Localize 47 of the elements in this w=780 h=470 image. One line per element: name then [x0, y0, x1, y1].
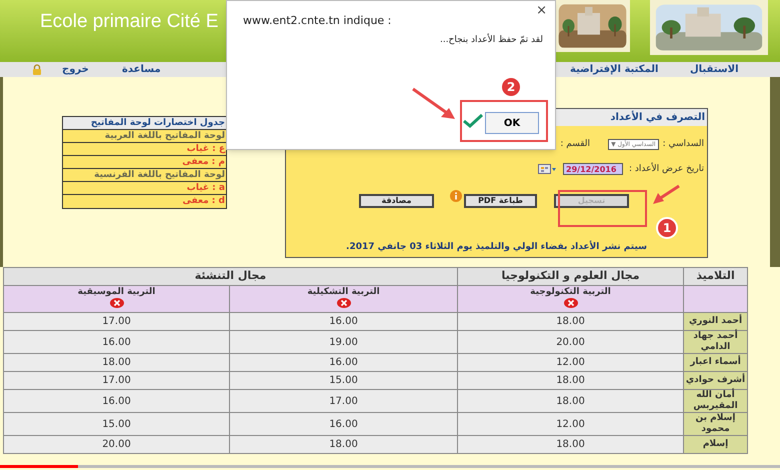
- calendar-icon[interactable]: [538, 164, 558, 174]
- form-button[interactable]: طباعة PDF: [464, 194, 537, 208]
- shortcut-row: ع : غياب: [63, 143, 226, 156]
- subject-header: التربية الموسيقية: [76, 286, 156, 298]
- delete-icon[interactable]: [336, 298, 351, 308]
- shortcut-row: م : معفى: [63, 156, 226, 169]
- column-header: التلاميذ: [684, 268, 748, 286]
- shortcut-row: d : معفى: [63, 195, 226, 208]
- check-icon: [462, 113, 484, 128]
- nav-link[interactable]: المكتبة الإفتراضية: [570, 62, 658, 77]
- column-header: مجال التنشئة: [4, 268, 458, 286]
- subject-header: التربية التشكيلية: [306, 286, 381, 298]
- nav-link[interactable]: الاستقبال: [690, 62, 739, 77]
- ok-button[interactable]: OK: [485, 112, 539, 134]
- date-label: تاريخ عرض الأعداد :: [629, 162, 704, 176]
- class-label: القسم :: [560, 138, 590, 151]
- dialog-message: لقد تمّ حفظ الأعداد بنجاح...: [440, 34, 543, 47]
- student-name: أشرف حوادي: [684, 372, 748, 390]
- column-header: مجال العلوم و التكنولوجيا: [458, 268, 684, 286]
- lock-icon: [32, 64, 42, 75]
- student-name: أحمد النوري: [684, 312, 748, 330]
- info-icon[interactable]: [450, 190, 462, 202]
- student-name: أسماء اعبار: [684, 354, 748, 372]
- nav-link[interactable]: مساعدة: [122, 62, 161, 77]
- subject-header: التربية التكنولوجية: [529, 286, 612, 298]
- student-name: أمان الله المقيربس: [684, 390, 748, 412]
- delete-icon[interactable]: [564, 298, 578, 308]
- shortcut-row: a : غياب: [63, 182, 226, 195]
- form-button[interactable]: مصادقة: [359, 194, 434, 208]
- shortcut-row: لوحة المفاتيح باللغة العربية: [63, 130, 226, 143]
- delete-icon[interactable]: [110, 298, 124, 308]
- shortcut-row: لوحة المفاتيح باللغة الفرنسية: [63, 169, 226, 182]
- student-name: إسلام بن محمود: [684, 412, 748, 436]
- close-button[interactable]: ×: [536, 4, 547, 18]
- grade-cell: 18.00: [230, 436, 458, 454]
- shortcuts-title: جدول اختصارات لوحة المفاتيح: [63, 117, 226, 130]
- grade-cell: 18.00: [458, 436, 684, 454]
- grade-cell: 20.00: [4, 436, 230, 454]
- site-title: Ecole primaire Cité E: [40, 10, 218, 34]
- semester-label: السداسي :: [662, 138, 704, 151]
- dialog-origin: www.ent2.cnte.tn indique :: [243, 13, 392, 29]
- student-name: إسلام: [684, 436, 748, 454]
- student-name: أحمد جهاد الدامي: [684, 330, 748, 354]
- arrow-icon: [411, 87, 457, 121]
- nav-link[interactable]: خروج: [62, 62, 89, 77]
- publish-note: سيتم نشر الأعداد بفضاء الولي والتلميذ يوم الثلاثاء 03 جانفي 2017.: [345, 240, 647, 254]
- date-field[interactable]: 29/12/2016: [563, 163, 624, 176]
